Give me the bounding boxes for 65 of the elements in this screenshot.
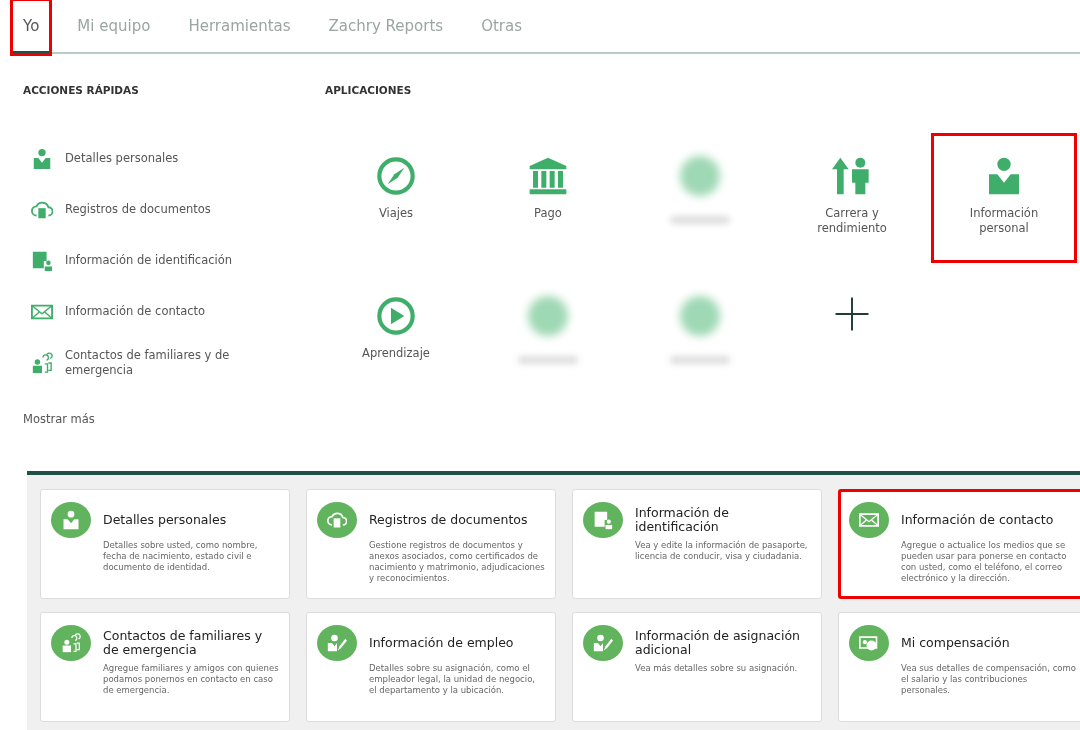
blurred-label [518, 356, 578, 364]
app-label: Pago [533, 206, 563, 221]
arrow-person-icon [832, 156, 872, 196]
blurred-icon [528, 296, 568, 336]
blurred-label [670, 356, 730, 364]
card-title: Registros de documentos [369, 511, 529, 529]
tab[interactable]: Yo [12, 0, 51, 54]
play-icon [376, 296, 416, 336]
card-title: Detalles personales [103, 511, 228, 529]
banknote-icon [859, 633, 879, 653]
info-card[interactable]: Mi compensación Vea sus detalles de compensación, como el salario y las contribuciones personales. [838, 612, 1080, 722]
app-label: Información personal [968, 206, 1040, 236]
quick-action-link[interactable]: Contactos de familiares y de emergencia [65, 347, 245, 378]
card-title: Información de contacto [901, 511, 1055, 529]
people-icon [61, 633, 81, 653]
app-label: Viajes [377, 206, 415, 221]
card-title: Mi compensación [901, 634, 1011, 652]
people-icon [31, 351, 53, 374]
blurred-icon [680, 156, 720, 196]
compass-icon [376, 156, 416, 196]
quick-action-link[interactable]: Registros de documentos [65, 202, 245, 217]
show-more-link[interactable]: Mostrar más [23, 412, 325, 426]
cloud-document-icon [327, 510, 347, 530]
card-description: Gestione registros de documentos y anexos asociados, como certificados de nacimiento y matrimonio, adjudicaciones y reconocimientos. [369, 540, 545, 584]
app-label: Aprendizaje [361, 346, 431, 361]
person-icon [31, 147, 53, 170]
info-card[interactable]: Registros de documentos Gestione registros de documentos y anexos asociados, como certificados de nacimiento y matrimonio, adjudicaciones y reconocimientos. [306, 489, 556, 599]
card-title: Información de empleo [369, 634, 515, 652]
section-title: ACCIONES RÁPIDAS [23, 84, 140, 96]
card-description: Agregue familiares y amigos con quienes podamos ponernos en contacto en caso de emergencia. [103, 663, 279, 696]
info-card[interactable]: Detalles personales Detalles sobre usted, como nombre, fecha de nacimiento, estado civil e documento de identidad. [40, 489, 290, 599]
app-label: Carrera y rendimiento [816, 206, 888, 236]
card-description: Vea y edite la información de pasaporte, licencia de conducir, visa y ciudadania. [635, 540, 809, 562]
plus-icon[interactable] [834, 296, 870, 332]
card-title: Información de asignación adicional [635, 627, 801, 659]
card-description: Vea sus detalles de compensación, como el salario y las contribuciones personales. [901, 663, 1077, 696]
app-tile[interactable]: Información personal [931, 133, 1077, 263]
section-title: APLICACIONES [325, 84, 413, 96]
person-pencil-icon [327, 633, 347, 653]
card-description: Detalles sobre su asignación, como el empleador legal, la unidad de negocio, el departamento y la ubicación. [369, 663, 537, 696]
app-tile[interactable]: Viajes [323, 133, 469, 263]
info-card[interactable]: Información de asignación adicional Vea más detalles sobre su asignación. [572, 612, 822, 722]
quick-action-link[interactable]: Detalles personales [65, 151, 245, 166]
card-title: Información de identificación [635, 504, 730, 536]
envelope-icon [859, 510, 879, 530]
blurred-label [670, 216, 730, 224]
card-description: Detalles sobre usted, como nombre, fecha de nacimiento, estado civil e documento de identidad. [103, 540, 259, 573]
card-title: Contactos de familiares y de emergencia [103, 627, 264, 659]
info-card[interactable]: Información de identificación Vea y edite la información de pasaporte, licencia de conducir, visa y ciudadania. [572, 489, 822, 599]
app-tile[interactable]: Carrera y rendimiento [779, 133, 925, 263]
bank-icon [528, 156, 568, 196]
person-icon [61, 510, 81, 530]
card-description: Agregue o actualice los medios que se pueden usar para ponerse en contacto con usted, como el teléfono, el correo electrónico y la dirección. [901, 540, 1068, 584]
app-tile[interactable]: Pago [475, 133, 621, 263]
info-card[interactable]: Información de empleo Detalles sobre su asignación, como el empleador legal, la unidad de negocio, el departamento y la ubicación. [306, 612, 556, 722]
info-card[interactable]: Contactos de familiares y de emergencia Agregue familiares y amigos con quienes podamos ponernos en contacto en caso de emergencia. [40, 612, 290, 722]
app-tile[interactable]: Aprendizaje [323, 273, 469, 403]
card-description: Vea más detalles sobre su asignación. [635, 663, 799, 674]
info-card[interactable]: Información de contacto Agregue o actualice los medios que se pueden usar para ponerse en contacto con usted, como el teléfono, el correo electrónico y la dirección. [838, 489, 1080, 599]
quick-action-link[interactable]: Información de identificación [65, 253, 245, 268]
document-person-icon [593, 510, 613, 530]
blurred-icon [680, 296, 720, 336]
quick-action-link[interactable]: Información de contacto [65, 304, 245, 319]
document-person-icon [31, 249, 53, 272]
person-pencil-icon [593, 633, 613, 653]
